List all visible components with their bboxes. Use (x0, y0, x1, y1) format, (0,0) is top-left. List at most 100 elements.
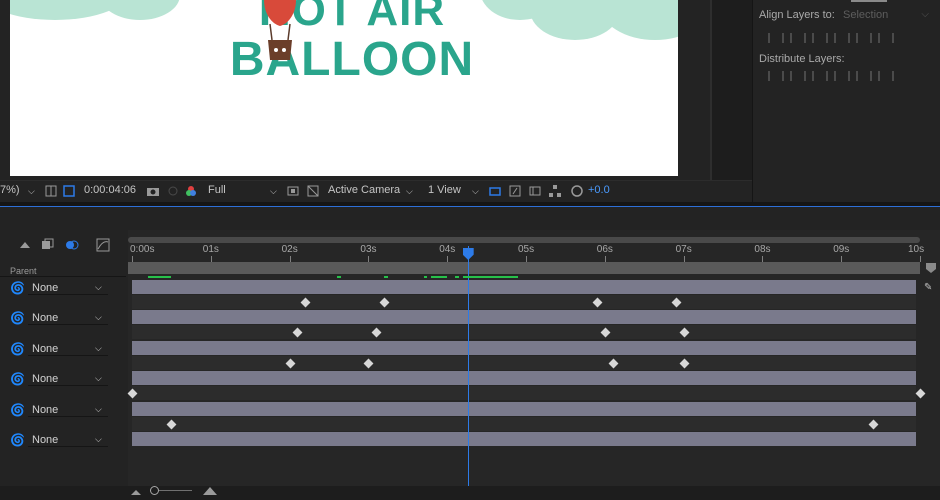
shy-layers-icon[interactable] (40, 238, 54, 252)
chevron-down-icon[interactable]: ⌵ (472, 186, 479, 197)
show-snapshot-icon[interactable] (166, 184, 180, 198)
align-vcenter-icon[interactable] (853, 30, 875, 46)
pickwhip-icon[interactable]: 🌀 (10, 311, 25, 325)
grid-icon[interactable] (44, 184, 58, 198)
render-cache-segment (336, 276, 341, 278)
layer-duration-bar[interactable] (132, 402, 916, 416)
parent-value: None (32, 373, 59, 385)
current-time-indicator[interactable] (467, 246, 469, 486)
work-area-bar[interactable] (128, 262, 920, 274)
ruler-tick-label: 03s (360, 244, 377, 255)
toggle-pixel-aspect-icon[interactable] (488, 184, 502, 198)
dropdown-underline (28, 446, 108, 447)
align-bottom-icon[interactable] (875, 30, 897, 46)
exposure-value[interactable]: +0.0 (588, 184, 610, 196)
layer-duration-bar[interactable] (132, 432, 916, 446)
region-of-interest-icon[interactable] (62, 184, 76, 198)
view-layout-select[interactable]: 1 View (428, 184, 461, 196)
align-hcenter-icon[interactable] (787, 30, 809, 46)
render-cache-segment (431, 276, 448, 278)
parent-row[interactable]: 🌀 None ⌵ (0, 310, 126, 340)
ruler-tick-label: 06s (596, 244, 613, 255)
viewer-scrollbar[interactable] (710, 0, 712, 180)
parent-row[interactable]: 🌀 None ⌵ (0, 402, 126, 432)
keyframe-row (132, 356, 916, 370)
dropdown-underline (28, 294, 108, 295)
comp-button-icon[interactable]: ✎ (924, 282, 938, 294)
pickwhip-icon[interactable]: 🌀 (10, 372, 25, 386)
distribute-vcenter-icon[interactable] (787, 68, 809, 84)
fast-previews-icon[interactable] (508, 184, 522, 198)
zoom-select[interactable]: 7%) (0, 184, 20, 196)
balloon-icon (264, 0, 296, 60)
align-tab-indicator (851, 0, 887, 2)
chevron-down-icon[interactable]: ⌵ (95, 373, 102, 384)
layer-duration-bar[interactable] (132, 310, 916, 324)
flowchart-icon[interactable] (548, 184, 562, 198)
parent-value: None (32, 282, 59, 294)
chevron-down-icon[interactable]: ⌵ (95, 343, 102, 354)
parent-row[interactable]: 🌀 None ⌵ (0, 280, 126, 310)
transparency-grid-icon[interactable] (306, 184, 320, 198)
zoom-out-icon[interactable] (130, 488, 142, 496)
fast-preview-icon[interactable] (286, 184, 300, 198)
distribute-right-icon[interactable] (875, 68, 897, 84)
pickwhip-icon[interactable]: 🌀 (10, 281, 25, 295)
resolution-select[interactable]: Full (208, 184, 226, 196)
motion-blur-icon[interactable] (64, 238, 80, 252)
zoom-slider-handle[interactable] (150, 486, 159, 495)
ruler-tick-label: 05s (518, 244, 535, 255)
chevron-down-icon[interactable]: ⌵ (95, 404, 102, 415)
exposure-reset-icon[interactable] (570, 184, 584, 198)
pickwhip-icon[interactable]: 🌀 (10, 433, 25, 447)
camera-select[interactable]: Active Camera (328, 184, 400, 196)
color-channels-icon[interactable] (184, 184, 198, 198)
graph-editor-icon[interactable] (96, 238, 110, 252)
align-buttons-row (765, 30, 897, 46)
layer-duration-bar[interactable] (132, 280, 916, 294)
ruler-tick-label: 01s (202, 244, 219, 255)
timeline-zoom-bar (0, 486, 940, 500)
layer-duration-bar[interactable] (132, 341, 916, 355)
viewer-toolbar: 7%) ⌵ 0:00:04:06 Full ⌵ Active Camera ⌵ … (0, 180, 752, 202)
chevron-down-icon[interactable]: ⌵ (95, 434, 102, 445)
composition-viewer[interactable]: HOT AIR BALLOON (0, 0, 712, 180)
chevron-down-icon[interactable]: ⌵ (95, 282, 102, 293)
camera-icon[interactable] (146, 184, 160, 198)
keyframe[interactable] (915, 388, 926, 399)
timeline-tracks[interactable]: 0:00s 01s 02s 03s 04s 05s 06s 07s 08s 09s 10s (127, 230, 940, 486)
layer-duration-bar[interactable] (132, 371, 916, 385)
time-ruler[interactable]: 0:00s 01s 02s 03s 04s 05s 06s 07s 08s 09s 10s (128, 244, 924, 262)
chevron-down-icon[interactable]: ⌵ (28, 186, 35, 197)
ruler-tick-label: 08s (754, 244, 771, 255)
parent-row[interactable]: 🌀 None ⌵ (0, 371, 126, 401)
align-panel: Align Layers to: Selection ⌵ Distribute … (752, 0, 940, 202)
dropdown-underline (28, 324, 108, 325)
align-top-icon[interactable] (831, 30, 853, 46)
parent-row[interactable]: 🌀 None ⌵ (0, 432, 126, 462)
chevron-down-icon[interactable]: ⌵ (270, 186, 277, 197)
time-navigator[interactable] (128, 237, 920, 243)
timeline-icon[interactable] (528, 184, 542, 198)
render-cache-segment (384, 276, 389, 278)
align-target-select[interactable]: Selection ⌵ (843, 9, 935, 21)
distribute-left-icon[interactable] (831, 68, 853, 84)
align-right-icon[interactable] (809, 30, 831, 46)
render-cache-segment (462, 276, 519, 278)
zoom-in-icon[interactable] (202, 486, 218, 496)
chevron-down-icon[interactable]: ⌵ (95, 312, 102, 323)
title-line-1: HOT AIR (258, 0, 446, 35)
distribute-top-icon[interactable] (765, 68, 787, 84)
pickwhip-icon[interactable]: 🌀 (10, 342, 25, 356)
distribute-hcenter-icon[interactable] (853, 68, 875, 84)
align-left-icon[interactable] (765, 30, 787, 46)
chevron-down-icon[interactable]: ⌵ (406, 186, 413, 197)
distribute-bottom-icon[interactable] (809, 68, 831, 84)
render-cache-segment (423, 276, 428, 278)
composition-canvas[interactable]: HOT AIR BALLOON (10, 0, 678, 176)
pickwhip-icon[interactable]: 🌀 (10, 403, 25, 417)
current-timecode[interactable]: 0:00:04:06 (84, 184, 136, 196)
parent-row[interactable]: 🌀 None ⌵ (0, 341, 126, 371)
keyframe-row (132, 417, 916, 431)
draft-3d-icon[interactable] (18, 238, 32, 252)
